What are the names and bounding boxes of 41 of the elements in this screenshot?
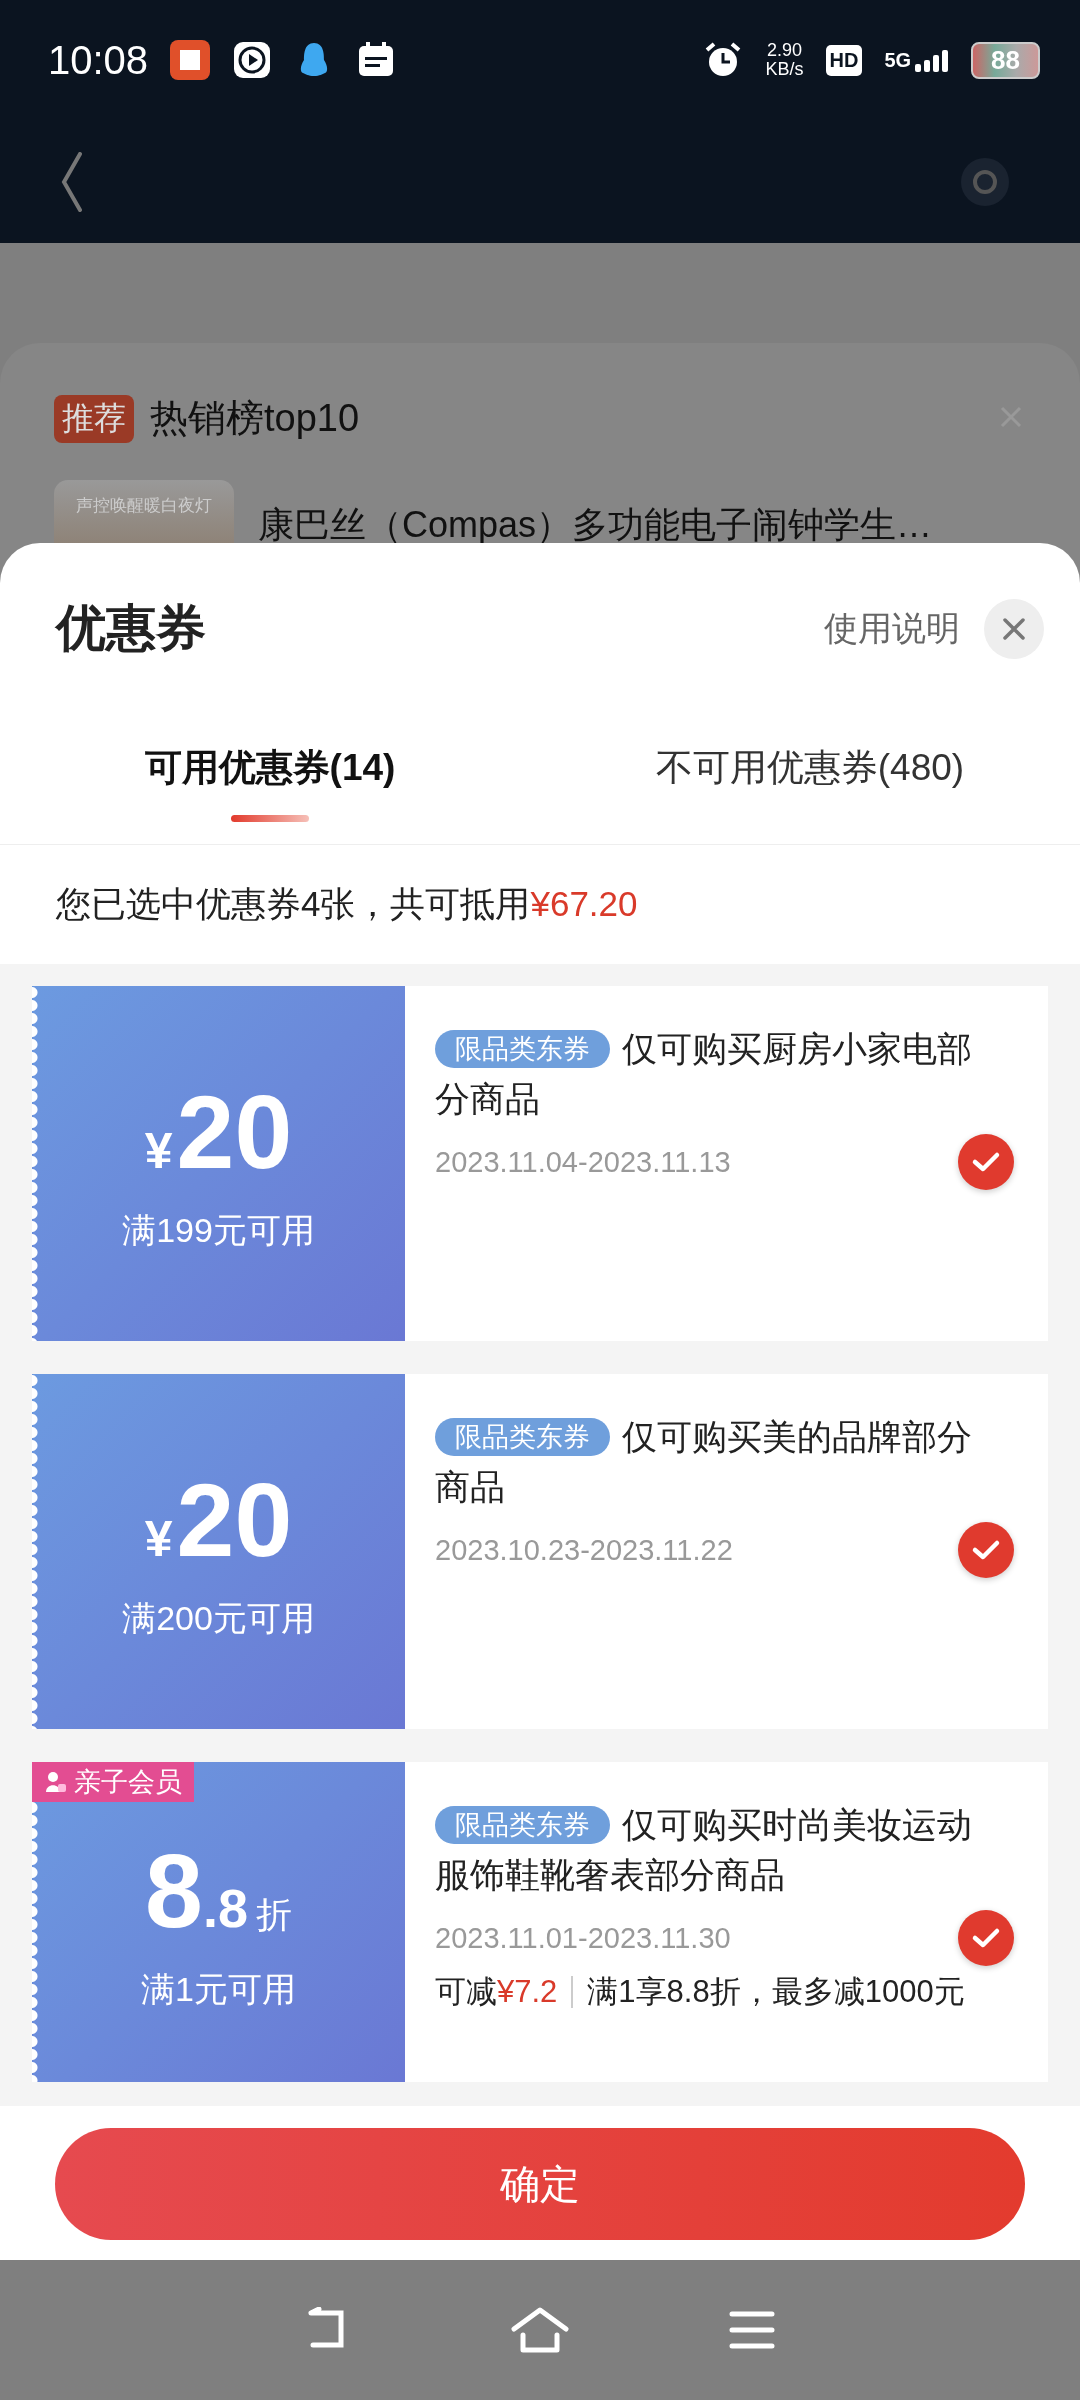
usage-help-link[interactable]: 使用说明 xyxy=(824,605,960,652)
play-icon xyxy=(232,40,273,80)
check-icon[interactable] xyxy=(958,1522,1014,1578)
target-icon xyxy=(960,156,1010,207)
back-icon xyxy=(60,151,84,212)
coupon-validity: 2023.11.04-2023.11.13 xyxy=(435,1146,731,1179)
signal-icon xyxy=(915,49,950,72)
home-icon[interactable] xyxy=(511,2307,569,2353)
member-icon xyxy=(44,1770,68,1794)
app-notification-icon xyxy=(170,40,211,80)
network-type: 5G xyxy=(884,48,912,72)
save-label: 可减 xyxy=(435,1974,497,2009)
coupon-tab[interactable]: 不可用优惠券(480) xyxy=(540,742,1080,844)
network-speed-unit: KB/s xyxy=(765,60,804,79)
recommend-badge: 推荐 xyxy=(54,394,134,443)
total-discount: ¥67.20 xyxy=(530,884,638,923)
sheet-title: 优惠券 xyxy=(56,599,207,658)
close-icon xyxy=(1001,615,1027,642)
coupon-amount: ¥20 xyxy=(144,1461,293,1580)
check-icon[interactable] xyxy=(958,1910,1014,1966)
confirm-button[interactable]: 确定 xyxy=(55,2128,1025,2240)
menu-icon[interactable] xyxy=(729,2310,775,2350)
battery-level: 88 xyxy=(971,41,1040,79)
status-time: 10:08 xyxy=(48,37,149,83)
coupon-discount: 8.8 折 xyxy=(145,1831,292,1951)
coupon-amount: ¥20 xyxy=(144,1073,293,1192)
hd-badge: HD xyxy=(825,44,863,76)
coupon-condition: 满1元可用 xyxy=(141,1968,296,2010)
coupon-condition: 满199元可用 xyxy=(122,1210,315,1251)
discount-rule: 满1享8.8折，最多减1000元 xyxy=(587,1973,965,2011)
hot-list-title: 热销榜top10 xyxy=(150,396,361,441)
save-amount: ¥7.2 xyxy=(497,1974,558,2009)
coupon-validity: 2023.11.01-2023.11.30 xyxy=(435,1922,731,1955)
coupon-validity: 2023.10.23-2023.11.22 xyxy=(435,1534,733,1567)
member-label: 亲子会员 xyxy=(74,1766,182,1799)
coupon-condition: 满200元可用 xyxy=(122,1598,315,1639)
selection-summary: 您已选中优惠券4张，共可抵用 xyxy=(56,884,531,923)
check-icon[interactable] xyxy=(958,1134,1014,1190)
network-speed-value: 2.90 xyxy=(766,41,802,60)
coupon-tab[interactable]: 可用优惠券(14) xyxy=(0,742,540,844)
product-title: 康巴丝（Compas）多功能电子闹钟学生… xyxy=(258,502,933,547)
